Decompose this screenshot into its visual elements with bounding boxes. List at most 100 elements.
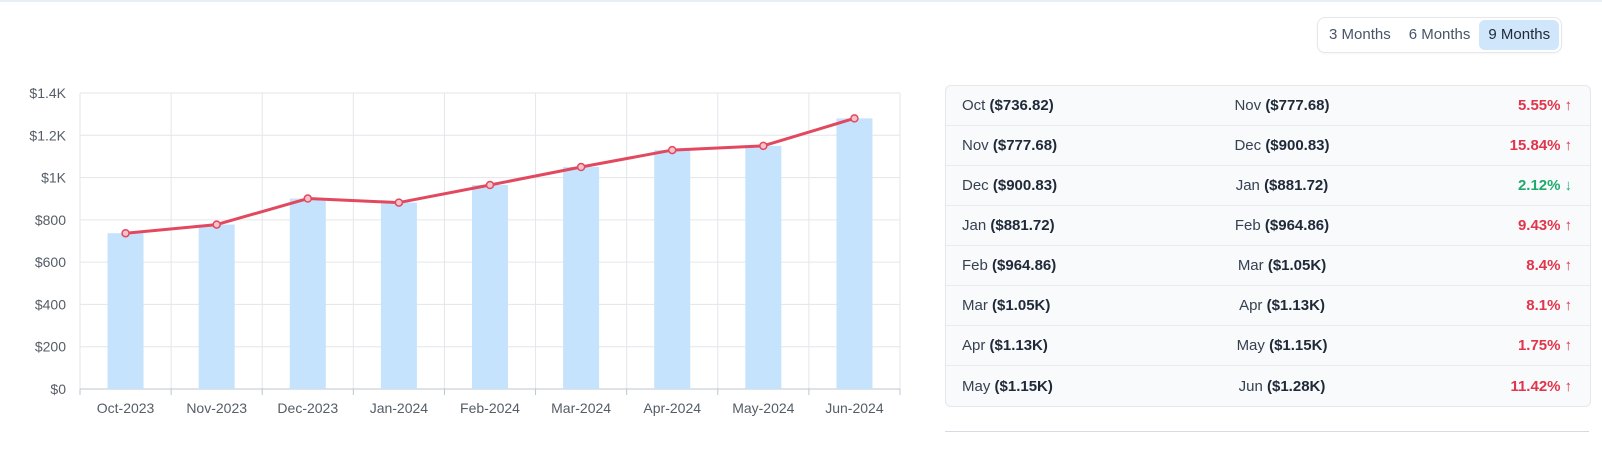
from-month: Apr: [962, 337, 986, 354]
x-tick-label: Jun-2024: [825, 400, 884, 416]
from-cell: Jan ($881.72): [946, 217, 1172, 234]
change-value: 1.75%: [1517, 337, 1561, 354]
to-cell: Mar ($1.05K): [1172, 257, 1392, 274]
to-month: Jan: [1235, 177, 1260, 194]
x-tick-label: Oct-2023: [97, 400, 155, 416]
to-cell: Apr ($1.13K): [1172, 297, 1392, 314]
line-point: [303, 194, 313, 203]
table-row: Dec ($900.83) Jan ($881.72) 2.12% ↓: [946, 166, 1590, 206]
to-value: ($881.72): [1264, 177, 1329, 194]
from-value: ($881.72): [990, 217, 1055, 234]
to-month: Feb: [1234, 217, 1261, 234]
from-cell: Dec ($900.83): [946, 177, 1172, 194]
arrow-up-icon: ↑: [1564, 137, 1573, 154]
from-month: Dec: [962, 177, 989, 194]
to-month: Apr: [1239, 297, 1263, 314]
to-cell: May ($1.15K): [1172, 337, 1392, 354]
y-tick-label: $200: [35, 339, 66, 355]
to-cell: Dec ($900.83): [1172, 137, 1392, 154]
to-value: ($900.83): [1265, 137, 1330, 154]
arrow-up-icon: ↑: [1564, 337, 1573, 354]
from-month: Mar: [962, 297, 988, 314]
to-cell: Jan ($881.72): [1172, 177, 1392, 194]
to-month: Dec: [1234, 137, 1262, 154]
top-border: [0, 0, 1602, 2]
chart-bar: [654, 150, 691, 389]
line-point: [667, 145, 677, 155]
chart-bar: [380, 202, 417, 389]
line-point: [394, 198, 404, 207]
from-cell: Mar ($1.05K): [946, 297, 1172, 314]
from-value: ($1.05K): [992, 297, 1051, 314]
x-tick-label: May-2024: [732, 400, 794, 416]
from-value: ($736.82): [989, 97, 1054, 114]
y-tick-label: $1.2K: [29, 127, 66, 143]
change-cell: 2.12% ↓: [1392, 177, 1590, 194]
table-row: Jan ($881.72) Feb ($964.86) 9.43% ↑: [946, 206, 1590, 246]
divider: [945, 431, 1589, 432]
from-month: May: [962, 377, 991, 395]
to-cell: Nov ($777.68): [1172, 97, 1392, 114]
x-tick-label: Apr-2024: [643, 400, 701, 416]
table-row: Nov ($777.68) Dec ($900.83) 15.84% ↑: [946, 126, 1590, 166]
y-tick-label: $400: [35, 296, 66, 312]
chart-bar: [107, 233, 144, 389]
to-cell: Jun ($1.28K): [1172, 378, 1392, 395]
x-tick-label: Nov-2023: [186, 400, 247, 416]
to-month: Nov: [1234, 97, 1262, 114]
y-tick-label: $1K: [41, 170, 67, 186]
table-row: Oct ($736.82) Nov ($777.68) 5.55% ↑: [946, 86, 1590, 126]
from-value: ($1.13K): [989, 337, 1048, 354]
from-cell: Feb ($964.86): [946, 257, 1172, 274]
from-cell: Oct ($736.82): [946, 97, 1172, 114]
change-value: 2.12%: [1517, 177, 1561, 194]
y-tick-label: $1.4K: [29, 85, 66, 101]
line-point: [576, 162, 586, 172]
range-6-months-button[interactable]: 6 Months: [1400, 20, 1480, 50]
from-month: Nov: [962, 137, 989, 154]
y-tick-label: $0: [50, 381, 66, 397]
change-value: 8.4%: [1526, 257, 1561, 274]
range-3-months-button[interactable]: 3 Months: [1320, 20, 1400, 50]
change-value: 5.55%: [1517, 97, 1561, 114]
arrow-up-icon: ↑: [1564, 297, 1573, 314]
from-value: ($900.83): [992, 177, 1058, 194]
change-cell: 1.75% ↑: [1392, 337, 1590, 354]
table-row: May ($1.15K) Jun ($1.28K) 11.42% ↑: [946, 366, 1590, 406]
line-point: [485, 180, 495, 190]
table-row: Apr ($1.13K) May ($1.15K) 1.75% ↑: [946, 326, 1590, 366]
to-value: ($964.86): [1264, 217, 1330, 234]
arrow-up-icon: ↑: [1564, 97, 1573, 114]
from-value: ($1.15K): [994, 377, 1053, 395]
chart-bar: [563, 167, 600, 389]
change-cell: 5.55% ↑: [1392, 97, 1590, 114]
line-point: [212, 220, 221, 229]
chart-bars: [107, 118, 873, 389]
from-cell: Apr ($1.13K): [946, 337, 1172, 354]
x-tick-label: Feb-2024: [460, 400, 520, 416]
to-value: ($1.13K): [1266, 297, 1325, 314]
chart-bar: [745, 145, 782, 389]
y-axis-ticks: $0 $200 $400 $600 $800 $1K $1.2K $1.4K: [29, 85, 66, 397]
change-cell: 8.4% ↑: [1392, 257, 1590, 274]
range-9-months-button[interactable]: 9 Months: [1479, 20, 1560, 50]
from-month: Oct: [962, 97, 986, 114]
range-selector: 3 Months 6 Months 9 Months: [1317, 17, 1563, 53]
change-value: 9.43%: [1517, 217, 1561, 234]
to-month: May: [1236, 337, 1265, 354]
change-value: 8.1%: [1526, 297, 1561, 314]
spending-chart: $0 $200 $400 $600 $800 $1K $1.2K $1.4K Oct-2023…: [29, 85, 901, 416]
to-month: Mar: [1237, 257, 1264, 274]
to-value: ($1.28K): [1267, 377, 1326, 395]
to-month: Jun: [1238, 377, 1263, 395]
table-row: Feb ($964.86) Mar ($1.05K) 8.4% ↑: [946, 246, 1590, 286]
chart-bar: [472, 185, 508, 389]
x-tick-label: Jan-2024: [370, 400, 429, 416]
line-point: [759, 141, 768, 151]
change-cell: 9.43% ↑: [1392, 217, 1590, 234]
from-value: ($964.86): [992, 257, 1057, 274]
chart-bar: [289, 198, 326, 389]
arrow-up-icon: ↑: [1564, 217, 1573, 234]
table-row: Mar ($1.05K) Apr ($1.13K) 8.1% ↑: [946, 286, 1590, 326]
x-tick-label: Mar-2024: [551, 400, 611, 416]
